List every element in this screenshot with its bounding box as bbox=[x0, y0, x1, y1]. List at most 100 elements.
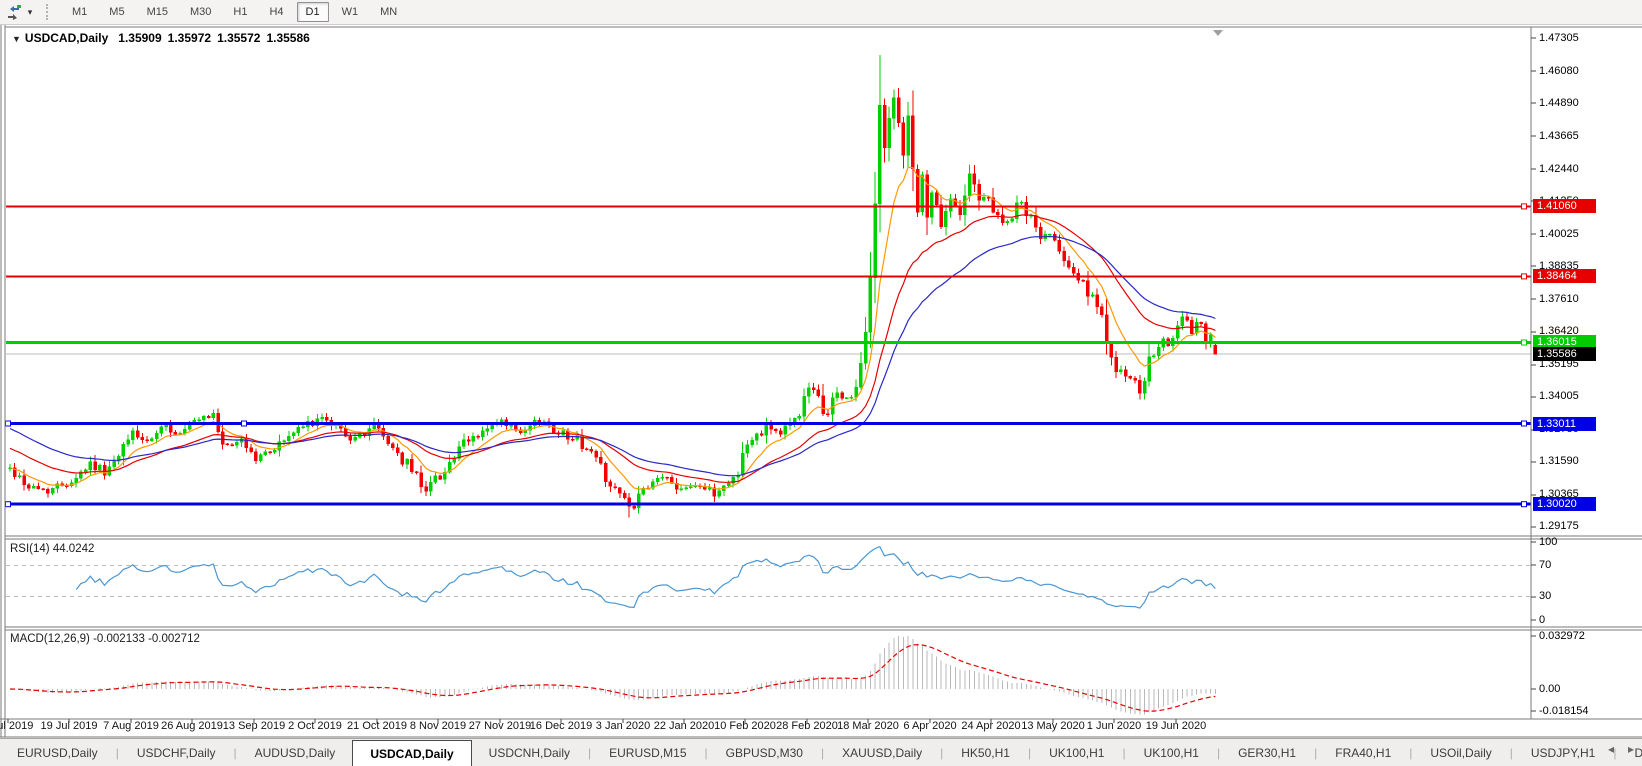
level-price-badge: 1.33011 bbox=[1533, 417, 1596, 431]
date-label: 19 Jul 2019 bbox=[40, 720, 98, 732]
timeframe-button-mn[interactable]: MN bbox=[371, 2, 406, 22]
level-handle[interactable] bbox=[1521, 501, 1527, 508]
one-click-trading-toggle[interactable]: ▼ bbox=[12, 34, 21, 44]
ohlc-high: 1.35972 bbox=[167, 31, 212, 45]
date-label: 16 Dec 2019 bbox=[529, 720, 593, 732]
macd-axis-label: -0.018154 bbox=[1539, 704, 1589, 717]
tab-scroll-left-icon[interactable]: ◂ bbox=[1608, 742, 1614, 756]
timeframe-button-m15[interactable]: M15 bbox=[138, 2, 177, 22]
chart-canvas[interactable] bbox=[0, 0, 1642, 766]
price-tick-label: 1.37610 bbox=[1539, 293, 1579, 305]
price-tick-label: 1.43665 bbox=[1539, 130, 1579, 142]
periods-dropdown-caret[interactable]: ▾ bbox=[24, 7, 36, 18]
timeframe-buttons: M1 M5 M15 M30 H1 H4 D1 W1 MN bbox=[61, 2, 408, 22]
chart-shift-marker[interactable] bbox=[1213, 30, 1223, 36]
price-tick-label: 1.29175 bbox=[1539, 520, 1579, 532]
chart-title: ▼ USDCAD,Daily 1.35909 1.35972 1.35572 1.3558… bbox=[12, 31, 310, 45]
ma-slow-line bbox=[9, 235, 1216, 477]
chart-tab-xauusd-7[interactable]: XAUUSD,Daily bbox=[825, 739, 939, 766]
date-label: 28 Feb 2020 bbox=[776, 720, 838, 732]
date-label: 26 Aug 2019 bbox=[161, 720, 223, 732]
chart-tab-usdcad-3[interactable]: USDCAD,Daily bbox=[352, 740, 472, 766]
date-label: 3 Jan 2020 bbox=[595, 720, 651, 732]
date-label: 7 Aug 2019 bbox=[103, 720, 159, 732]
chart-tab-ger30-11[interactable]: GER30,H1 bbox=[1221, 739, 1313, 766]
chart-symbol-label: USDCAD,Daily bbox=[24, 31, 109, 45]
date-label: 18 Mar 2020 bbox=[837, 720, 899, 732]
rsi-axis-label: 100 bbox=[1539, 536, 1558, 548]
level-handle[interactable] bbox=[1521, 203, 1527, 210]
timeframe-button-m1[interactable]: M1 bbox=[63, 2, 96, 22]
chart-tab-bar: EURUSD,Daily | USDCHF,Daily | AUDUSD,Daily US… bbox=[0, 738, 1642, 766]
level-line-1.36015[interactable] bbox=[6, 339, 1531, 346]
periods-icon[interactable] bbox=[4, 3, 24, 21]
date-label: 2 Oct 2019 bbox=[288, 720, 342, 732]
timeframe-toolbar: ▾ M1 M5 M15 M30 H1 H4 D1 W1 MN bbox=[0, 0, 1642, 25]
level-handle[interactable] bbox=[1521, 339, 1527, 346]
level-price-badge: 1.38464 bbox=[1533, 269, 1596, 283]
level-handle[interactable] bbox=[241, 420, 247, 427]
chart-tab-audusd-2[interactable]: AUDUSD,Daily bbox=[238, 739, 353, 766]
chart-tab-eurusd-5[interactable]: EURUSD,M15 bbox=[592, 739, 703, 766]
rsi-label: RSI(14) 44.0242 bbox=[10, 543, 95, 555]
rsi-axis-label: 30 bbox=[1539, 590, 1552, 602]
macd-histogram bbox=[14, 636, 1216, 715]
level-price-badge: 1.30020 bbox=[1533, 497, 1596, 511]
date-label: 27 Nov 2019 bbox=[468, 720, 532, 732]
timeframe-button-d1[interactable]: D1 bbox=[296, 2, 329, 22]
chart-tab-eurusd-0[interactable]: EURUSD,Daily bbox=[0, 739, 115, 766]
chart-tab-fra40-12[interactable]: FRA40,H1 bbox=[1318, 739, 1408, 766]
price-tick-label: 1.47305 bbox=[1539, 32, 1579, 44]
level-price-badge: 1.41060 bbox=[1533, 199, 1596, 213]
toolbar-grip bbox=[46, 4, 51, 20]
timeframe-button-m5[interactable]: M5 bbox=[100, 2, 133, 22]
ohlc-open: 1.35909 bbox=[118, 31, 162, 45]
chart-tab-uk100-10[interactable]: UK100,H1 bbox=[1127, 739, 1216, 766]
chart-tab-uk100-9[interactable]: UK100,H1 bbox=[1032, 739, 1121, 766]
macd-signal-line bbox=[9, 644, 1216, 712]
date-label: 21 Oct 2019 bbox=[347, 720, 407, 732]
date-label: 13 May 2020 bbox=[1021, 720, 1085, 732]
timeframe-button-h4[interactable]: H4 bbox=[260, 2, 292, 22]
mt4-terminal: ▾ M1 M5 M15 M30 H1 H4 D1 W1 MN ▼ USDCAD,Daily 1.35… bbox=[0, 0, 1642, 766]
rsi-axis-label: 70 bbox=[1539, 559, 1552, 571]
tab-scroll-arrows: ◂ ▸ bbox=[1594, 742, 1634, 756]
tab-scroll-right-icon[interactable]: ▸ bbox=[1628, 742, 1634, 756]
timeframe-button-w1[interactable]: W1 bbox=[333, 2, 368, 22]
timeframe-button-m30[interactable]: M30 bbox=[181, 2, 220, 22]
level-handle[interactable] bbox=[5, 501, 11, 508]
level-line-1.33011[interactable] bbox=[5, 420, 1532, 427]
date-label: 22 Jan 2020 bbox=[653, 720, 715, 732]
chart-tab-usdchf-1[interactable]: USDCHF,Daily bbox=[120, 739, 233, 766]
price-tick-label: 1.31590 bbox=[1539, 455, 1579, 467]
level-line-1.30020[interactable] bbox=[5, 501, 1532, 508]
date-label: 1 Jun 2020 bbox=[1086, 720, 1142, 732]
ma-medium-line bbox=[9, 214, 1216, 483]
price-tick-label: 1.46080 bbox=[1539, 65, 1579, 77]
level-handle[interactable] bbox=[5, 420, 11, 427]
price-tick-label: 1.42440 bbox=[1539, 163, 1579, 175]
price-tick-label: 1.34005 bbox=[1539, 390, 1579, 402]
chart-tab-usoil-13[interactable]: USOil,Daily bbox=[1413, 739, 1508, 766]
chart-tab-usdcnh-4[interactable]: USDCNH,Daily bbox=[472, 739, 587, 766]
macd-axis-label: 0.00 bbox=[1539, 682, 1561, 695]
price-tick-label: 1.40025 bbox=[1539, 228, 1579, 240]
chart-tab-gbpusd-6[interactable]: GBPUSD,M30 bbox=[709, 739, 820, 766]
date-label: 8 Nov 2019 bbox=[409, 720, 467, 732]
date-label: 1 Jul 2019 bbox=[0, 720, 34, 732]
level-line-1.38464[interactable] bbox=[6, 273, 1531, 280]
current-price-badge: 1.35586 bbox=[1533, 347, 1596, 361]
date-label: 6 Apr 2020 bbox=[903, 720, 957, 732]
level-line-1.41060[interactable] bbox=[6, 203, 1531, 210]
chart-tab-hk50-8[interactable]: HK50,H1 bbox=[944, 739, 1027, 766]
timeframe-button-h1[interactable]: H1 bbox=[224, 2, 256, 22]
rsi-axis-label: 0 bbox=[1539, 614, 1546, 626]
rsi-line bbox=[75, 545, 1216, 609]
ohlc-close: 1.35586 bbox=[266, 31, 310, 45]
macd-label: MACD(12,26,9) -0.002133 -0.002712 bbox=[10, 633, 200, 645]
level-handle[interactable] bbox=[1521, 273, 1527, 280]
level-handle[interactable] bbox=[1521, 420, 1527, 427]
window-frame bbox=[0, 25, 1642, 738]
date-label: 19 Jun 2020 bbox=[1145, 720, 1207, 732]
ohlc-low: 1.35572 bbox=[217, 31, 261, 45]
